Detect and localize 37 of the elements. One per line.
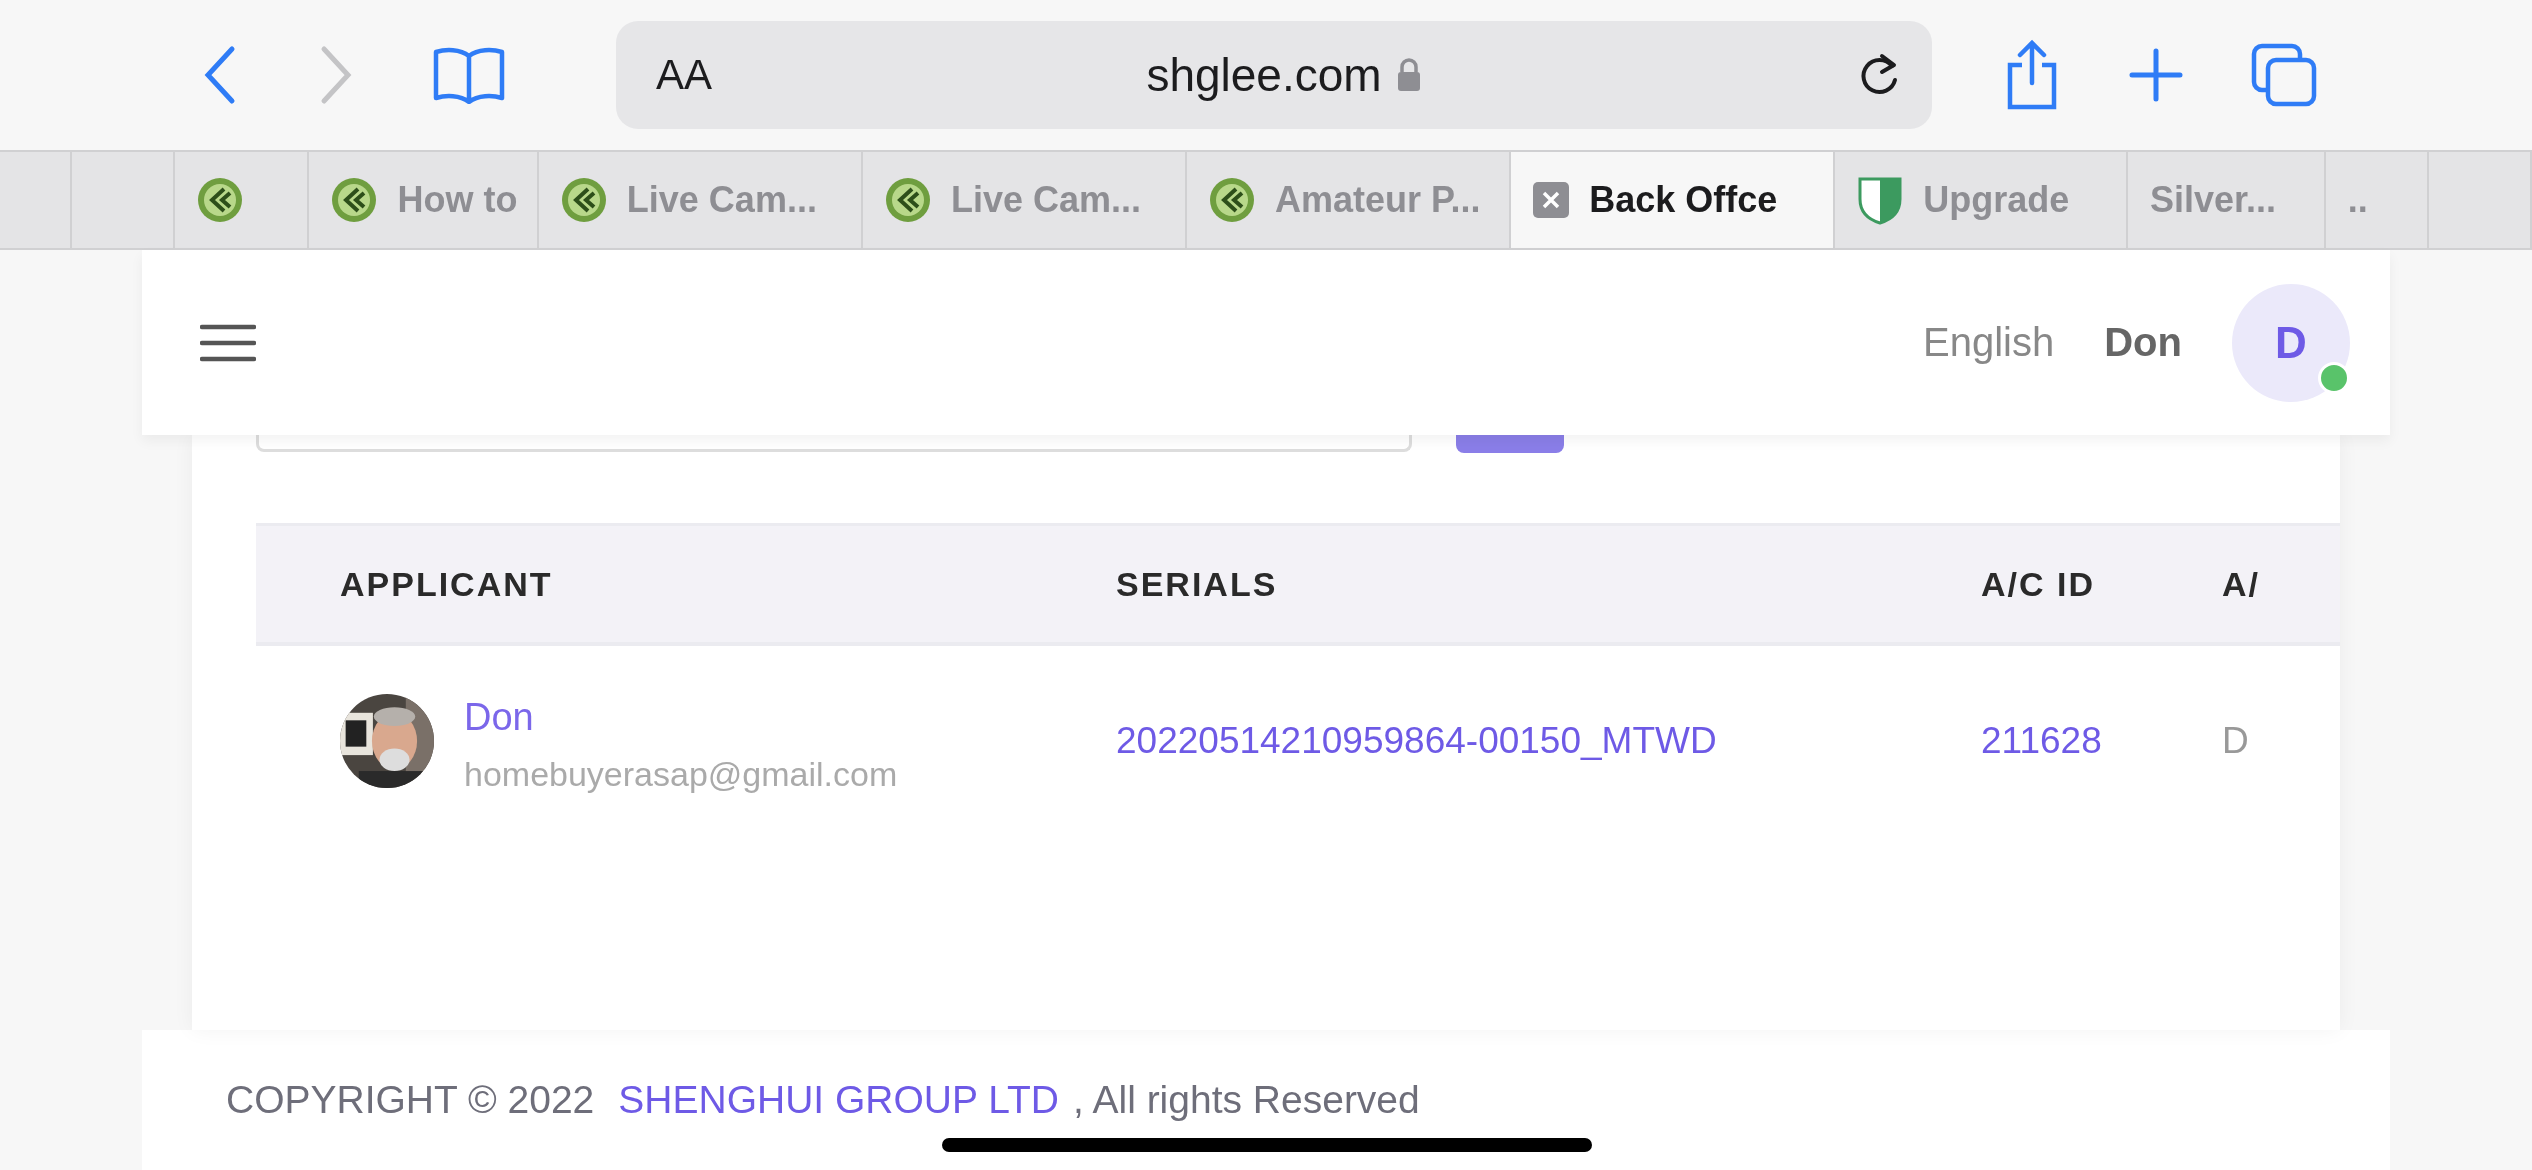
book-icon[interactable] xyxy=(432,46,506,104)
site-icon xyxy=(560,177,607,223)
company-link[interactable]: SHENGHUI GROUP LTD xyxy=(618,1078,1059,1122)
column-header: APPLICANT xyxy=(339,564,554,604)
rights-text: , All rights Reserved xyxy=(1072,1078,1420,1122)
input-field[interactable] xyxy=(256,435,1412,452)
copyright-text: COPYRIGHT © 2022 xyxy=(226,1078,595,1122)
browser-tab[interactable]: How to xyxy=(309,152,539,248)
applicant-email: homebuyerasap@gmail.com xyxy=(464,755,898,794)
browser-tab[interactable]: Live Cam... xyxy=(862,152,1188,248)
column-header: A/C ID xyxy=(1980,564,2096,604)
url-text: shglee.com xyxy=(1146,48,1382,102)
account-id-link[interactable]: 211628 xyxy=(1897,720,2202,762)
user-name: Don xyxy=(2104,320,2182,365)
browser-tab[interactable]: Live Cam... xyxy=(538,152,863,248)
plus-icon[interactable] xyxy=(2128,47,2184,103)
browser-tab[interactable]: Upgrade xyxy=(1835,152,2128,248)
close-icon[interactable] xyxy=(1533,182,1570,218)
site-icon xyxy=(331,177,378,223)
serial-link[interactable]: 20220514210959864-00150_MTWD xyxy=(1032,720,1897,762)
text-size-button[interactable]: AA xyxy=(656,51,713,99)
browser-tab[interactable]: Amateur P... xyxy=(1187,152,1512,248)
language-link[interactable]: English xyxy=(1923,320,2055,365)
user-avatar[interactable]: D xyxy=(2232,283,2350,402)
browser-tab[interactable]: Back Offce xyxy=(1511,152,1836,248)
shield-icon xyxy=(1857,175,1904,225)
column-header: A/ xyxy=(2221,564,2261,604)
table-cell-text: D xyxy=(2221,720,2250,762)
site-icon xyxy=(884,177,931,223)
browser-tab[interactable]: .. xyxy=(2325,152,2429,248)
site-icon xyxy=(1209,177,1256,223)
browser-tab[interactable]: Silver... xyxy=(2127,152,2326,248)
column-header: SERIALS xyxy=(1115,564,1279,604)
menu-icon[interactable] xyxy=(200,322,256,363)
address-bar[interactable]: AA shglee.com xyxy=(616,21,1932,129)
site-icon xyxy=(196,177,243,223)
applicant-name[interactable]: Don xyxy=(464,696,898,739)
